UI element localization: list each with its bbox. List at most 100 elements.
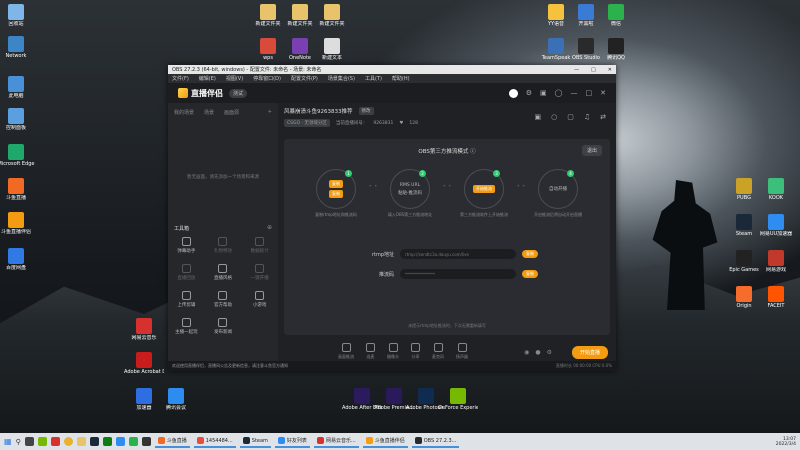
obs-titlebar[interactable]: OBS 27.2.3 (64-bit, windows) - 配置文件: 未命名… bbox=[168, 65, 616, 74]
desktop-icon[interactable]: 腾讯QQ bbox=[596, 38, 636, 61]
taskbar-app[interactable]: 网易云音乐... bbox=[313, 435, 359, 448]
tool-item[interactable]: 直播回放 bbox=[168, 264, 205, 281]
scene-tab[interactable]: 画面源 bbox=[224, 109, 239, 116]
stream-key-field[interactable]: *************** bbox=[400, 269, 516, 279]
close-icon[interactable]: ✕ bbox=[608, 67, 612, 73]
copy-rtmp-button[interactable]: 复制 bbox=[522, 250, 538, 258]
bottom-tool[interactable]: 连麦 bbox=[366, 343, 375, 360]
tool-item[interactable]: 上传剪辑 bbox=[168, 291, 205, 308]
desktop-icon[interactable]: 腾讯会议 bbox=[156, 388, 196, 411]
nvidia-icon[interactable] bbox=[37, 437, 47, 446]
desktop-icon[interactable]: 回收站 bbox=[0, 4, 36, 27]
desktop-icon[interactable]: KOOK bbox=[756, 178, 796, 201]
scene-tab[interactable]: 场景 bbox=[204, 109, 214, 116]
taskbar-app[interactable]: Steam bbox=[239, 435, 271, 448]
bottom-tool[interactable]: 分享 bbox=[411, 343, 420, 360]
taskbar-app[interactable]: 斗鱼直播 bbox=[154, 435, 190, 448]
desktop-icon[interactable]: 新建文件夹 bbox=[312, 4, 352, 27]
desktop-icon[interactable]: Microsoft Edge bbox=[0, 144, 36, 167]
step-button[interactable]: 复制 bbox=[329, 180, 343, 188]
clock[interactable]: 13:07 2022/3/4 bbox=[776, 437, 796, 447]
tool-item[interactable]: 一键开播 bbox=[241, 264, 278, 281]
tool-item[interactable]: 发布新闻 bbox=[205, 318, 242, 335]
desktop-icon[interactable]: 网易云音乐 bbox=[124, 318, 164, 341]
category-tag[interactable]: CSGO · 无领域分区 bbox=[284, 119, 330, 127]
maximize-icon[interactable]: □ bbox=[591, 67, 596, 73]
share-room-icon[interactable]: ⇄ bbox=[600, 113, 606, 121]
desktop-icon[interactable]: 网易游戏 bbox=[756, 250, 796, 273]
obs-window[interactable]: OBS 27.2.3 (64-bit, windows) - 配置文件: 未命名… bbox=[168, 65, 616, 371]
menu-item[interactable]: 编辑(E) bbox=[199, 75, 216, 82]
desktop-icon[interactable]: Adobe Acrobat DC bbox=[124, 352, 164, 375]
record-icon[interactable]: ◉ bbox=[524, 349, 529, 356]
menu-item[interactable]: 文件(F) bbox=[172, 75, 189, 82]
chrome-icon[interactable] bbox=[63, 437, 73, 446]
menu-item[interactable]: 帮助(H) bbox=[392, 75, 410, 82]
app-close-icon[interactable]: ✕ bbox=[600, 89, 606, 97]
xbox-icon[interactable] bbox=[102, 437, 112, 446]
desktop-icon[interactable]: FACEIT bbox=[756, 286, 796, 309]
bottom-tool[interactable]: 麦克风 bbox=[432, 343, 444, 360]
scene-tab[interactable]: 我的场景 bbox=[174, 109, 194, 116]
desktop-icon[interactable]: 此电脑 bbox=[0, 76, 36, 99]
desktop-icon[interactable]: 斗鱼直播伴侣 bbox=[0, 212, 36, 235]
add-scene-icon[interactable]: + bbox=[268, 109, 272, 116]
edit-room-button[interactable]: 修改 bbox=[358, 107, 374, 115]
tool-item[interactable]: 礼物特效 bbox=[205, 237, 242, 254]
avatar[interactable] bbox=[508, 88, 518, 98]
desktop-icon[interactable]: 微信 bbox=[596, 4, 636, 27]
bottom-tool[interactable]: 摄像头 bbox=[387, 343, 399, 360]
bottom-tool[interactable]: 扬声器 bbox=[456, 343, 468, 360]
app-icon[interactable] bbox=[115, 437, 125, 446]
taskbar-app[interactable]: OBS 27.2.3... bbox=[411, 435, 460, 448]
exit-mode-button[interactable]: 退出 bbox=[581, 145, 602, 156]
wechat-icon[interactable] bbox=[128, 437, 138, 446]
minimize-icon[interactable]: — bbox=[574, 67, 579, 73]
tool-item[interactable]: 主播一起玩 bbox=[168, 318, 205, 335]
desktop-icon[interactable]: GeForce Experience bbox=[438, 388, 478, 411]
menu-item[interactable]: 配置文件(P) bbox=[291, 75, 318, 82]
step-button[interactable]: 复制 bbox=[329, 190, 343, 198]
camera-icon[interactable]: ▣ bbox=[540, 89, 547, 97]
desktop-icon[interactable]: 新建文本 bbox=[312, 38, 352, 61]
task-view-icon[interactable] bbox=[24, 437, 34, 446]
app-minimize-icon[interactable]: — bbox=[571, 89, 578, 97]
tool-item[interactable]: 直播风格 bbox=[205, 264, 242, 281]
tool-item[interactable]: 数据统计 bbox=[241, 237, 278, 254]
desktop-icon[interactable]: 百度网盘 bbox=[0, 248, 36, 271]
gear-icon[interactable]: ⚙ bbox=[547, 349, 552, 356]
screen-icon[interactable]: ▢ bbox=[567, 113, 574, 121]
steam-icon[interactable] bbox=[89, 437, 99, 446]
netease-icon[interactable] bbox=[50, 437, 60, 446]
desktop-icon[interactable]: Network bbox=[0, 36, 36, 59]
menu-item[interactable]: 停靠窗口(D) bbox=[253, 75, 281, 82]
help-icon[interactable]: ⓘ bbox=[470, 149, 476, 155]
desktop-icon[interactable]: 网易UU加速器 bbox=[756, 214, 796, 237]
taskbar-app[interactable]: 斗鱼直播伴侣 bbox=[362, 435, 408, 448]
mic-link-icon[interactable]: ○ bbox=[551, 113, 557, 121]
folder-icon[interactable] bbox=[76, 437, 86, 446]
toolbox-toggle-icon[interactable]: ⊕ bbox=[267, 224, 272, 231]
start-button[interactable]: ▦ bbox=[4, 437, 12, 446]
tool-item[interactable]: 弹幕助手 bbox=[168, 237, 205, 254]
app-maximize-icon[interactable]: □ bbox=[586, 89, 593, 97]
tool-item[interactable]: 官方帮助 bbox=[205, 291, 242, 308]
search-icon[interactable]: ⚲ bbox=[16, 438, 21, 446]
share-icon[interactable]: ◯ bbox=[555, 89, 563, 97]
rtmp-field[interactable]: rtmp://sendtc3a.douyu.com/live bbox=[400, 249, 516, 259]
start-live-button[interactable]: 开始直播 bbox=[571, 346, 608, 359]
taskbar-app[interactable]: 1454484... bbox=[193, 435, 236, 448]
taskbar-app[interactable]: 好友列表 bbox=[274, 435, 310, 448]
more-icon[interactable]: ● bbox=[535, 349, 540, 356]
settings-icon[interactable]: ⚙ bbox=[526, 89, 532, 97]
step-button[interactable]: 开始推流 bbox=[473, 185, 495, 193]
desktop-icon[interactable]: 控制面板 bbox=[0, 108, 36, 131]
lock-icon[interactable]: ▣ bbox=[534, 113, 541, 121]
desktop-icon[interactable]: 斗鱼直播 bbox=[0, 178, 36, 201]
menu-item[interactable]: 视图(V) bbox=[226, 75, 243, 82]
menu-item[interactable]: 工具(T) bbox=[365, 75, 382, 82]
bell-icon[interactable]: ♫ bbox=[584, 113, 590, 121]
menu-item[interactable]: 场景集合(S) bbox=[328, 75, 355, 82]
bottom-tool[interactable]: 画面推流 bbox=[338, 343, 354, 360]
copy-key-button[interactable]: 复制 bbox=[522, 270, 538, 278]
